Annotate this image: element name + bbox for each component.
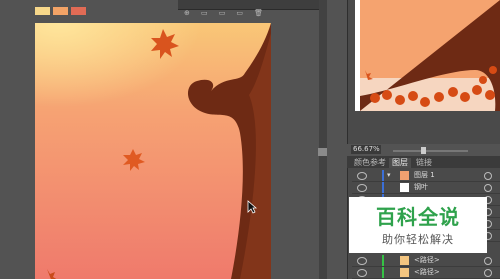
watermark-title: 百科全说 <box>376 205 460 229</box>
zoom-slider[interactable] <box>393 150 468 152</box>
target-circle-icon[interactable] <box>484 257 492 265</box>
layer-name: <路径> <box>414 256 440 264</box>
new-layer-icon[interactable]: ⊕ <box>184 9 190 18</box>
layer-row[interactable]: <路径> <box>352 255 500 267</box>
layer-thumbnail <box>400 256 409 265</box>
visibility-eye-icon[interactable] <box>357 184 367 192</box>
layer-thumbnail <box>400 183 409 192</box>
visibility-eye-icon[interactable] <box>357 257 367 265</box>
navigator-thumbnail[interactable] <box>355 0 500 111</box>
zoom-slider-handle[interactable] <box>421 147 426 154</box>
target-circle-icon[interactable] <box>484 172 492 180</box>
watermark-subtitle: 助你轻松解决 <box>382 233 454 246</box>
vertical-scrollbar[interactable] <box>319 0 327 279</box>
toolbar-strip: ⊕ ▭ ▭ ▭ 🗑 <box>178 0 325 17</box>
layer-thumbnail <box>400 268 409 277</box>
layer-name: 图层 1 <box>414 171 435 179</box>
artboard[interactable] <box>35 23 271 279</box>
scroll-thumb[interactable] <box>318 148 327 156</box>
layer-name: <路径> <box>414 268 440 276</box>
layer-row[interactable]: 钢叶 <box>352 182 500 194</box>
tab-links[interactable]: 链接 <box>413 158 435 168</box>
target-circle-icon[interactable] <box>484 184 492 192</box>
watermark-logo: 百科全说 助你轻松解决 <box>349 197 487 253</box>
layer-row[interactable]: <路径> <box>352 267 500 279</box>
swatch[interactable] <box>71 7 86 15</box>
mouse-cursor-icon <box>247 200 257 214</box>
visibility-eye-icon[interactable] <box>357 269 367 277</box>
tab-layers[interactable]: 图层 <box>389 158 411 168</box>
target-circle-icon[interactable] <box>484 269 492 277</box>
expand-triangle-icon[interactable]: ▾ <box>387 170 391 181</box>
visibility-eye-icon[interactable] <box>357 172 367 180</box>
trash-icon[interactable]: 🗑 <box>254 9 263 18</box>
swatch[interactable] <box>53 7 68 15</box>
tab-color-guide[interactable]: 颜色参考 <box>351 158 389 168</box>
layer-row[interactable]: ▾ 图层 1 <box>352 170 500 182</box>
swatch-row[interactable] <box>35 0 95 15</box>
page-icon[interactable]: ▭ <box>219 9 226 18</box>
layer-name: 钢叶 <box>414 183 428 191</box>
zoom-level-field[interactable]: 66.67% <box>351 145 381 154</box>
swatch[interactable] <box>35 7 50 15</box>
page-icon[interactable]: ▭ <box>236 9 243 18</box>
page-icon[interactable]: ▭ <box>201 9 208 18</box>
layer-thumbnail <box>400 171 409 180</box>
